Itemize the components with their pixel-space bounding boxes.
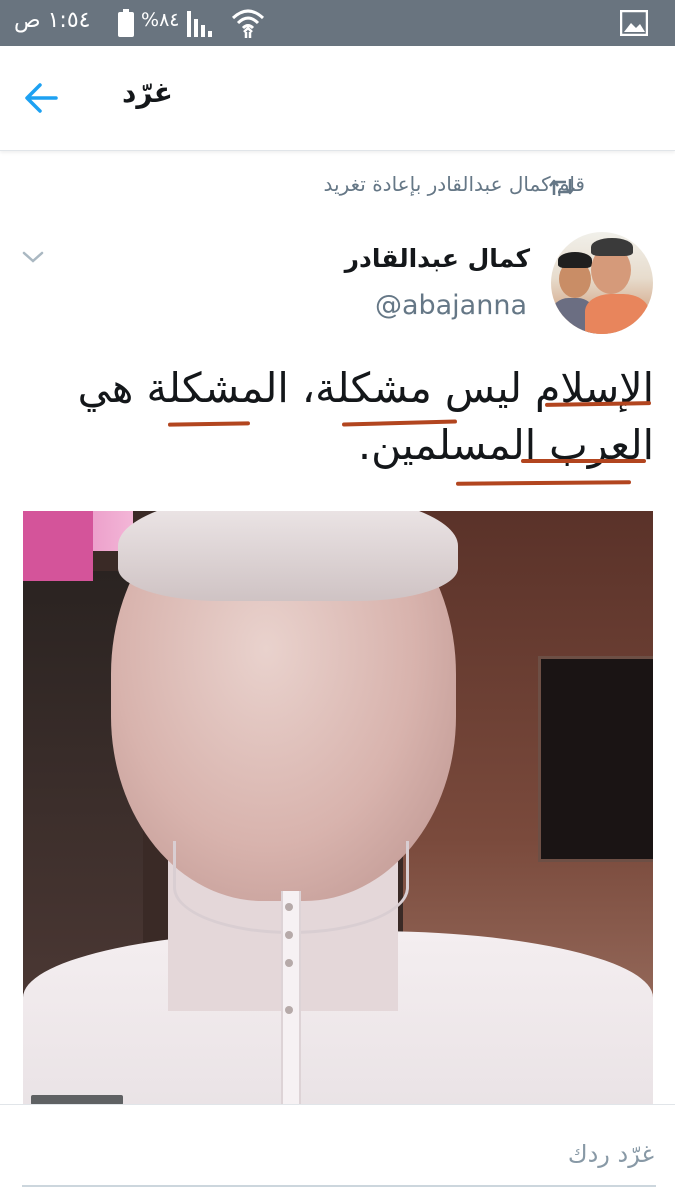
battery-percent: %٨٤ xyxy=(141,9,180,31)
chevron-down-icon[interactable] xyxy=(22,250,44,264)
annotation-underline xyxy=(521,459,646,463)
status-bar: ١:٥٤ ص %٨٤ xyxy=(0,0,675,46)
tweet-video[interactable] xyxy=(23,511,653,1105)
page-title: غرّد xyxy=(122,76,173,109)
tweet-text: الإسلام ليس مشكلة، المشكلة هي العرب المس… xyxy=(60,360,654,474)
reply-bar xyxy=(0,1104,675,1201)
annotation-underline xyxy=(455,480,632,486)
battery-icon xyxy=(118,9,134,37)
retweet-context[interactable]: قام كمال عبدالقادر بإعادة تغريد xyxy=(324,172,585,196)
wifi-icon xyxy=(231,9,265,38)
author-handle[interactable]: @abajanna xyxy=(375,290,527,321)
back-arrow-icon[interactable] xyxy=(20,76,64,120)
gallery-icon xyxy=(620,10,648,36)
app-bar: غرّد xyxy=(0,46,675,151)
status-time: ١:٥٤ ص xyxy=(14,8,91,33)
author-name[interactable]: كمال عبدالقادر xyxy=(345,244,530,273)
avatar[interactable] xyxy=(551,232,653,334)
tweet-text-line-1: الإسلام ليس مشكلة، المشكلة هي xyxy=(77,364,654,412)
reply-input[interactable] xyxy=(22,1123,656,1187)
signal-icon xyxy=(187,11,212,37)
